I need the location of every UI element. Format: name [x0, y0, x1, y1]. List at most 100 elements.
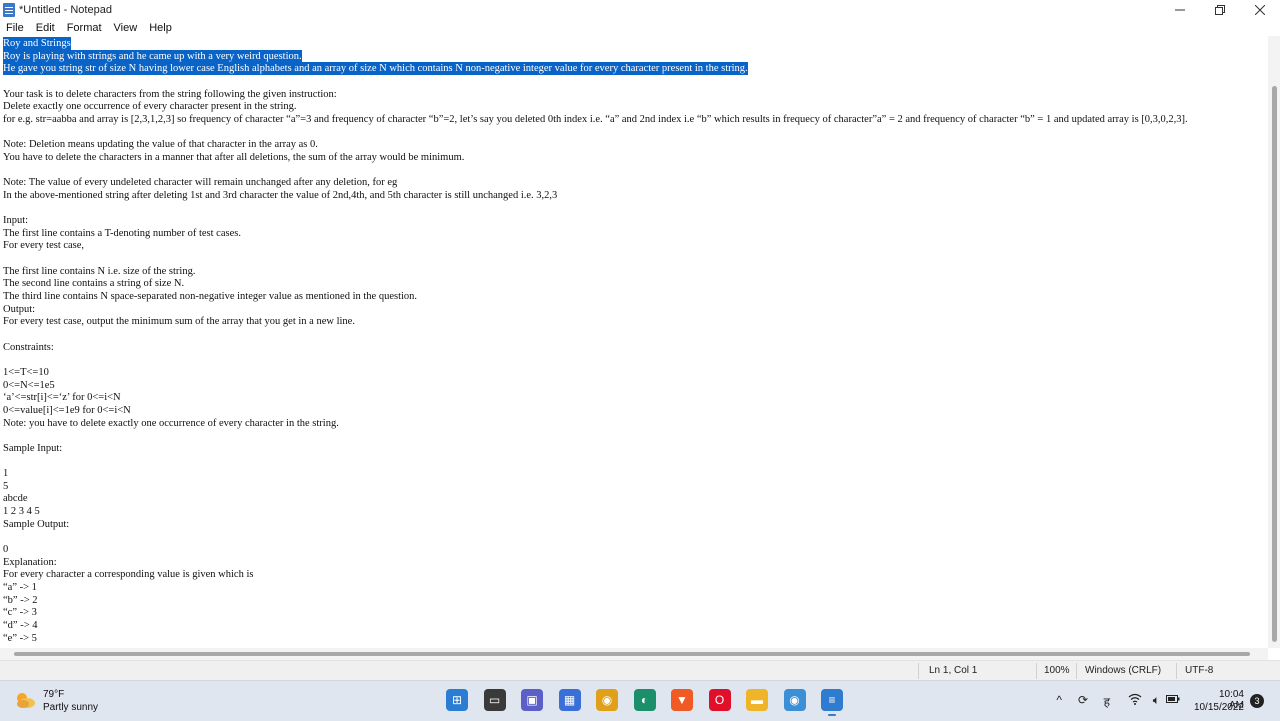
zoom-level: 100%: [1044, 665, 1070, 676]
battery-icon[interactable]: [1166, 693, 1180, 707]
text-line: 1: [3, 468, 9, 480]
text-line: 0: [3, 544, 9, 555]
menu-bar: File Edit Format View Help: [0, 20, 1280, 36]
text-line: Output:: [3, 303, 36, 315]
text-line: Explanation:: [3, 556, 57, 568]
text-line: Roy is playing with strings and he came …: [3, 49, 302, 63]
notification-badge[interactable]: 3: [1250, 694, 1264, 708]
weather-description[interactable]: Partly sunny: [43, 702, 98, 713]
text-line: Note: you have to delete exactly one occ…: [3, 417, 339, 429]
text-line: “a” -> 1: [3, 581, 37, 593]
edge-button[interactable]: ◐: [633, 689, 656, 711]
volume-icon[interactable]: 🔈︎: [1153, 693, 1160, 708]
file-explorer-button[interactable]: ▬: [746, 689, 768, 711]
restore-button[interactable]: [1200, 0, 1240, 20]
minimize-button[interactable]: [1160, 0, 1200, 20]
text-line: Note: The value of every undeleted chara…: [3, 177, 398, 189]
close-icon: [1255, 5, 1265, 15]
restore-icon: [1215, 5, 1225, 15]
text-line: Sample Output:: [3, 518, 70, 530]
status-divider: [918, 663, 919, 679]
brave-button[interactable]: ▼: [671, 689, 693, 711]
taskbar-apps: ⊞ ▭ ▣ ▦ ◉ ◐ ▼ O ▬ ◉ ≡: [446, 689, 859, 716]
opera-button[interactable]: O: [708, 689, 731, 711]
chrome-icon: ◉: [789, 693, 800, 707]
window-title: *Untitled - Notepad: [19, 4, 112, 16]
horizontal-scrollbar[interactable]: [0, 648, 1268, 660]
clock-date[interactable]: 10/15/2022: [1194, 702, 1244, 713]
language-icon[interactable]: ह: [1104, 693, 1110, 710]
text-line: Roy and Strings: [3, 37, 71, 50]
partly-sunny-icon: [17, 693, 35, 708]
text-editor[interactable]: Roy and Strings Roy is playing with strin…: [0, 36, 1268, 648]
opera-icon: O: [714, 693, 725, 707]
text-line: for e.g. str=aabba and array is [2,3,1,2…: [3, 113, 1188, 125]
text-line: ‘a’<=str[i]<=‘z’ for 0<=i<N: [3, 392, 121, 404]
text-line: You have to delete the characters in a m…: [3, 151, 465, 163]
notepad-icon: [3, 3, 15, 17]
chrome-profile-button[interactable]: ◉: [783, 689, 806, 711]
text-line: Constraints:: [3, 341, 54, 353]
status-divider: [1076, 663, 1077, 679]
text-line: In the above-mentioned string after dele…: [3, 189, 558, 201]
windows-logo-icon: ⊞: [451, 693, 463, 707]
notepad-button[interactable]: ≡: [821, 689, 843, 716]
line-ending: Windows (CRLF): [1085, 665, 1162, 676]
text-line: For every test case,: [3, 240, 85, 252]
text-line: Input:: [3, 215, 29, 227]
weather-temperature[interactable]: 79°F: [43, 689, 64, 700]
menu-file[interactable]: File: [0, 22, 30, 34]
text-line: 5: [3, 480, 9, 492]
text-line: 0<=value[i]<=1e9 for 0<=i<N: [3, 404, 131, 416]
title-bar: *Untitled - Notepad: [0, 0, 1280, 20]
status-divider: [1176, 663, 1177, 679]
text-line: “d” -> 4: [3, 619, 38, 631]
text-line: “b” -> 2: [3, 594, 38, 606]
notepad-icon: ≡: [828, 693, 836, 707]
status-bar: Ln 1, Col 1 100% Windows (CRLF) UTF-8: [0, 660, 1280, 681]
text-line: 0<=N<=1e5: [3, 379, 55, 391]
text-line: abcde: [3, 493, 28, 505]
chrome-button[interactable]: ◉: [596, 689, 618, 711]
taskbar: 79°F Partly sunny ⊞ ▭ ▣ ▦ ◉ ◐ ▼ O ▬ ◉ ≡ ^ ⟳ ह 🔈︎ 1…: [0, 680, 1280, 721]
text-line: Delete exactly one occurrence of every c…: [3, 101, 297, 113]
start-button[interactable]: ⊞: [446, 689, 468, 711]
minimize-icon: [1175, 9, 1185, 11]
text-line: He gave you string str of size N having …: [3, 62, 748, 76]
edge-icon: ◐: [640, 693, 649, 707]
teams-icon: ▣: [526, 693, 538, 707]
encoding: UTF-8: [1185, 665, 1214, 676]
store-icon: ▦: [563, 693, 576, 707]
folder-icon: ▬: [751, 693, 763, 707]
text-line: The first line contains a T-denoting num…: [3, 227, 241, 239]
brave-icon: ▼: [676, 693, 688, 707]
wifi-icon[interactable]: [1128, 693, 1142, 708]
text-line: The second line contains a string of siz…: [3, 278, 185, 290]
text-line: Sample Input:: [3, 442, 63, 454]
window-controls: [1160, 0, 1280, 20]
text-line: Your task is to delete characters from t…: [3, 88, 337, 100]
task-view-button[interactable]: ▭: [483, 689, 506, 711]
text-line: “c” -> 3: [3, 607, 37, 619]
menu-help[interactable]: Help: [143, 22, 178, 34]
text-line: For every character a corresponding valu…: [3, 569, 254, 581]
menu-view[interactable]: View: [108, 22, 144, 34]
text-line: 1<=T<=10: [3, 366, 49, 378]
text-line: “e” -> 5: [3, 632, 37, 644]
vertical-scroll-thumb[interactable]: [1272, 86, 1277, 642]
text-line: The first line contains N i.e. size of t…: [3, 265, 196, 277]
close-button[interactable]: [1240, 0, 1280, 20]
sync-icon[interactable]: ⟳: [1078, 693, 1088, 707]
menu-edit[interactable]: Edit: [30, 22, 61, 34]
teams-chat-button[interactable]: ▣: [521, 689, 543, 711]
vertical-scrollbar[interactable]: [1268, 36, 1280, 648]
horizontal-scroll-thumb[interactable]: [14, 652, 1250, 656]
chevron-up-icon[interactable]: ^: [1056, 693, 1062, 707]
menu-format[interactable]: Format: [61, 22, 108, 34]
text-line: The third line contains N space-separate…: [3, 291, 418, 302]
chrome-icon: ◉: [601, 693, 613, 707]
weather-widget-button[interactable]: [14, 691, 36, 709]
store-button[interactable]: ▦: [558, 689, 581, 711]
text-line: 1 2 3 4 5: [3, 506, 40, 518]
text-line: Note: Deletion means updating the value …: [3, 139, 318, 151]
